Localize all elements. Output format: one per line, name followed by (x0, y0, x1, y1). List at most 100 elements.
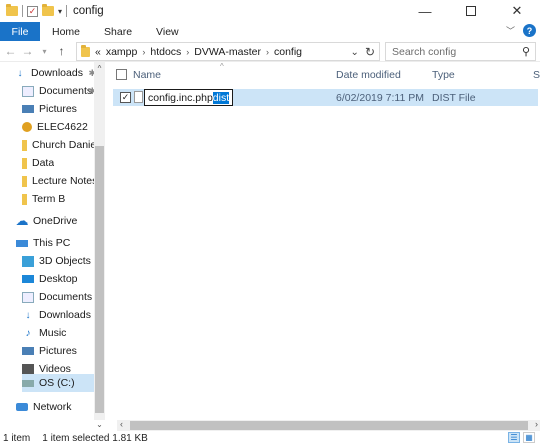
nav-item-os-c[interactable]: OS (C:) (22, 374, 94, 392)
nav-label: Downloads (31, 67, 83, 79)
up-arrow-icon[interactable]: ↑ (53, 44, 70, 58)
network-icon (16, 403, 28, 411)
scrollbar-thumb[interactable] (130, 421, 528, 430)
nav-label: Music (39, 327, 67, 339)
large-icons-view-icon[interactable]: ▦ (523, 432, 535, 443)
scroll-left-icon[interactable]: ‹ (120, 419, 123, 429)
folder-icon (22, 157, 27, 169)
nav-label: Network (33, 401, 72, 413)
documents-icon (22, 291, 34, 303)
thispc-icon (16, 239, 28, 247)
maximize-button[interactable] (448, 0, 494, 22)
nav-label: Data (32, 157, 55, 169)
nav-item-elec4622[interactable]: ELEC4622 ✱ (22, 118, 105, 136)
music-icon: ♪ (25, 327, 31, 339)
nav-item-documents-pinned[interactable]: Documents ✱ (22, 82, 105, 100)
quick-access-toolbar: ✓ ▾ (0, 0, 68, 22)
divider (66, 5, 68, 17)
nav-item-term-b[interactable]: Term B (22, 190, 105, 208)
nav-item-documents[interactable]: Documents (22, 288, 105, 306)
tab-home[interactable]: Home (40, 22, 92, 41)
column-name[interactable]: Name (133, 69, 161, 81)
filename-base: config.inc.php (148, 91, 213, 104)
nav-item-pictures[interactable]: Pictures (22, 342, 105, 360)
column-type[interactable]: Type (432, 69, 455, 81)
status-bar: 1 item 1 item selected 1.81 KB ☰ ▦ (0, 431, 540, 445)
properties-icon[interactable]: ✓ (27, 5, 38, 17)
tab-share[interactable]: Share (92, 22, 144, 41)
nav-item-pictures-pinned[interactable]: Pictures ✱ (22, 100, 105, 118)
search-icon: ⚲ (521, 46, 530, 58)
nav-item-desktop[interactable]: Desktop (22, 270, 105, 288)
breadcrumb-xampp[interactable]: xampp (106, 46, 138, 58)
folder-icon (6, 4, 18, 16)
pictures-icon (22, 347, 34, 355)
documents-icon (22, 85, 34, 97)
nav-label: Term B (32, 193, 66, 205)
nav-item-church-daniel[interactable]: Church Daniel (22, 136, 105, 154)
nav-label: Pictures (39, 103, 77, 115)
details-view-icon[interactable]: ☰ (508, 432, 520, 443)
back-arrow-icon[interactable]: ← (2, 44, 19, 58)
nav-label: Pictures (39, 345, 77, 357)
tab-file[interactable]: File (0, 22, 40, 41)
nav-item-lecture-notes[interactable]: Lecture Notes (22, 172, 105, 190)
ribbon-tabs: File Home Share View ﹀ ? (0, 22, 540, 41)
chevron-right-icon[interactable]: › (186, 47, 189, 57)
address-bar[interactable]: « xampp › htdocs › DVWA-master › config … (76, 42, 380, 61)
breadcrumb-htdocs[interactable]: htdocs (150, 46, 181, 58)
file-date: 6/02/2019 7:11 PM (336, 92, 424, 104)
tab-view[interactable]: View (144, 22, 191, 41)
new-folder-icon[interactable] (42, 4, 54, 16)
expand-ribbon-icon[interactable]: ﹀ (506, 24, 515, 37)
breadcrumb-config[interactable]: config (274, 46, 302, 58)
table-row[interactable]: ✓ config.inc.php dist 6/02/2019 7:11 PM D… (113, 89, 538, 106)
close-button[interactable]: ✕ (494, 0, 540, 22)
nav-item-network[interactable]: Network (16, 398, 105, 416)
rename-field[interactable]: config.inc.php dist (144, 89, 234, 106)
nav-label: Church Daniel (32, 139, 99, 151)
nav-item-onedrive[interactable]: ☁ OneDrive (16, 212, 105, 230)
search-input[interactable]: Search config ⚲ (385, 42, 536, 61)
scroll-up-icon[interactable]: ^ (94, 64, 105, 73)
help-icon[interactable]: ? (523, 24, 536, 37)
nav-label: Documents (39, 291, 93, 303)
nav-label: This PC (33, 237, 71, 249)
address-dropdown-icon[interactable]: ⌄ (351, 47, 359, 58)
nav-item-data[interactable]: Data (22, 154, 105, 172)
nav-item-3d-objects[interactable]: 3D Objects (22, 252, 105, 270)
download-icon: ↓ (17, 67, 23, 79)
nav-item-music[interactable]: ♪ Music (22, 324, 105, 342)
file-icon (134, 91, 143, 103)
select-all-checkbox[interactable] (116, 69, 127, 80)
divider (22, 5, 23, 17)
window-title: config (73, 5, 104, 17)
row-checkbox[interactable]: ✓ (120, 92, 131, 103)
nav-item-downloads-pinned[interactable]: ↓ Downloads ✱ (14, 64, 105, 82)
column-size[interactable]: Si (533, 69, 540, 81)
nav-item-this-pc[interactable]: This PC (16, 234, 105, 252)
scroll-down-icon[interactable]: ⌄ (94, 420, 105, 431)
chevron-right-icon[interactable]: › (142, 47, 145, 57)
horizontal-scrollbar[interactable]: ‹ › (117, 419, 540, 431)
nav-scrollbar[interactable]: ^ (94, 62, 105, 420)
nav-label: ELEC4622 (37, 121, 88, 133)
recent-locations-icon[interactable]: ▾ (36, 47, 53, 56)
chevron-right-icon[interactable]: › (266, 47, 269, 57)
address-row: ← → ▾ ↑ « xampp › htdocs › DVWA-master ›… (0, 41, 540, 62)
breadcrumb-dvwa-master[interactable]: DVWA-master (194, 46, 261, 58)
forward-arrow-icon[interactable]: → (19, 44, 36, 58)
drive-icon (22, 379, 34, 387)
nav-item-downloads[interactable]: ↓ Downloads (22, 306, 105, 324)
3d-objects-icon (22, 255, 34, 267)
breadcrumb-overflow[interactable]: « (95, 46, 101, 58)
column-date-modified[interactable]: Date modified (336, 69, 401, 81)
scrollbar-thumb[interactable] (95, 146, 104, 413)
pictures-icon (22, 105, 34, 113)
refresh-icon[interactable]: ↻ (365, 45, 375, 59)
minimize-button[interactable]: — (402, 0, 448, 22)
customize-toolbar-icon[interactable]: ▾ (58, 7, 62, 16)
folder-icon (22, 175, 27, 187)
scroll-right-icon[interactable]: › (535, 419, 538, 429)
desktop-icon (22, 275, 34, 283)
